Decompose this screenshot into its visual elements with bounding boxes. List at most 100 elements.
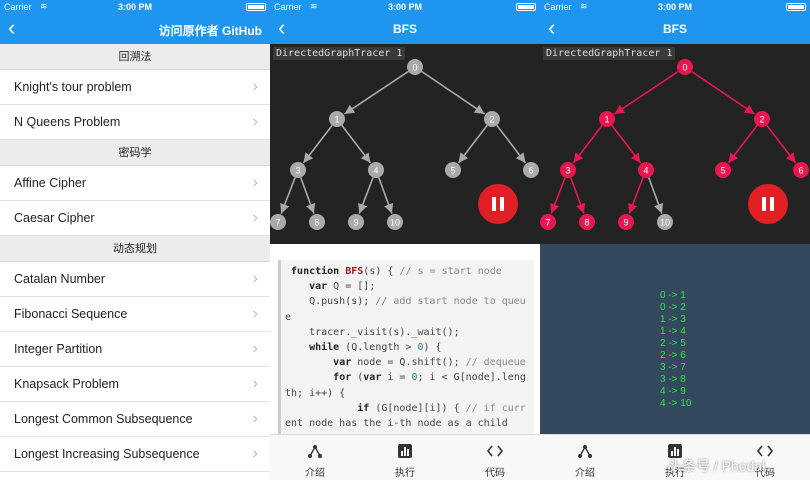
list-item-label: Affine Cipher <box>14 176 87 190</box>
graph-edge <box>647 177 664 214</box>
code-icon <box>487 445 503 457</box>
navigation-bar: ‹ BFS <box>270 14 540 44</box>
intro-icon <box>578 445 592 458</box>
graph-edge <box>344 70 409 115</box>
status-time: 3:00 PM <box>117 2 152 12</box>
graph-node-label: 7 <box>545 218 550 228</box>
list-item[interactable]: Catalan Number › <box>0 262 270 297</box>
graph-edge <box>691 70 755 115</box>
graph-edge <box>302 124 333 164</box>
list-item-label: Knapsack Problem <box>14 377 119 391</box>
graph-node-label: 4 <box>373 166 378 176</box>
graph-node-label: 4 <box>643 166 648 176</box>
list-item[interactable]: Knight's tour problem › <box>0 70 270 105</box>
tracer-label: DirectedGraphTracer 1 <box>273 47 406 60</box>
graph-node-label: 0 <box>412 63 417 73</box>
graph-edge <box>358 177 374 214</box>
chevron-right-icon: › <box>252 375 258 392</box>
status-bar: Carrier ≋ 3:00 PM <box>540 0 810 14</box>
graph-node-label: 0 <box>682 63 687 73</box>
graph-node-label: 7 <box>275 218 280 228</box>
graph-edge <box>496 124 527 164</box>
graph-edge <box>727 124 758 164</box>
list-item-label: N Queens Problem <box>14 115 121 129</box>
graph-node-label: 9 <box>353 218 358 228</box>
log-line: 0 -> 2 <box>660 302 686 313</box>
pause-button[interactable] <box>748 184 788 224</box>
graph-edge <box>457 124 488 164</box>
bfs-code-screen: Carrier ≋ 3:00 PM ‹ BFS 0 1 2 3 4 5 6 7 8 9 10 Dir… <box>270 0 540 480</box>
code-view: function BFS(s) { // s = start node var … <box>270 244 540 434</box>
list-item-label: Integer Partition <box>14 342 103 356</box>
graph-edge <box>280 177 296 214</box>
graph-edge <box>341 124 372 164</box>
graph-node-label: 10 <box>660 218 670 228</box>
log-view: 0 -> 10 -> 21 -> 31 -> 42 -> 52 -> 63 ->… <box>540 244 810 434</box>
status-time: 3:00 PM <box>657 2 692 12</box>
battery-icon <box>246 3 266 11</box>
battery-icon <box>786 3 806 11</box>
github-link[interactable]: 访问原作者 GitHub <box>159 22 262 39</box>
navigation-bar: ‹ 访问原作者 GitHub <box>0 14 270 44</box>
status-time: 3:00 PM <box>387 2 422 12</box>
graph-node-label: 10 <box>390 218 400 228</box>
chevron-right-icon: › <box>252 174 258 191</box>
graph-node-label: 6 <box>528 166 533 176</box>
chevron-right-icon: › <box>252 78 258 95</box>
log-line: 0 -> 1 <box>660 290 686 301</box>
list-item-label: Longest Increasing Subsequence <box>14 447 200 461</box>
list-item[interactable]: Longest Common Subsequence › <box>0 402 270 437</box>
tab-label: 执行 <box>395 468 415 479</box>
graph-node-label: 8 <box>584 218 589 228</box>
log-line: 4 -> 9 <box>660 386 686 397</box>
list-item[interactable]: Integer Partition › <box>0 332 270 367</box>
intro-icon <box>308 445 322 458</box>
graph-edge <box>377 177 394 214</box>
tab-code[interactable]: 代码 <box>450 435 540 480</box>
list-item-label: Fibonacci Sequence <box>14 307 128 321</box>
list-item-label: Caesar Cipher <box>14 211 95 225</box>
tab-intro[interactable]: 介绍 <box>270 435 360 480</box>
list-item[interactable]: Knapsack Problem › <box>0 367 270 402</box>
pause-button[interactable] <box>478 184 518 224</box>
watermark: 头条号 / Phodal <box>668 458 766 474</box>
graph-edge <box>421 70 485 115</box>
navigation-bar: ‹ BFS <box>540 14 810 44</box>
chevron-right-icon: › <box>252 113 258 130</box>
graph-edge <box>550 177 566 214</box>
tab-label: 介绍 <box>305 468 325 479</box>
graph-node-label: 1 <box>604 115 609 125</box>
list-item[interactable]: Affine Cipher › <box>0 166 270 201</box>
tab-bar: 介绍 执行 代码 <box>270 434 540 480</box>
graph-node-label: 3 <box>565 166 570 176</box>
section-header: 密码学 <box>0 140 270 166</box>
graph-node-label: 1 <box>334 115 339 125</box>
list-item[interactable]: Caesar Cipher › <box>0 201 270 236</box>
tab-run[interactable]: 执行 <box>360 435 450 480</box>
chevron-right-icon: › <box>252 410 258 427</box>
chevron-right-icon: › <box>252 270 258 287</box>
algorithm-list: 回溯法 Knight's tour problem › N Queens Proble… <box>0 44 270 472</box>
graph-edge <box>614 70 679 115</box>
tab-intro[interactable]: 介绍 <box>540 435 630 480</box>
log-line: 3 -> 7 <box>660 362 686 373</box>
graph-tracer: 0 1 2 3 4 5 6 7 8 9 10 DirectedGraphTracer 1 <box>270 44 540 244</box>
list-item[interactable]: Longest Increasing Subsequence › <box>0 437 270 472</box>
graph-node-label: 5 <box>450 166 455 176</box>
back-icon[interactable]: ‹ <box>8 16 15 40</box>
graph-node-label: 2 <box>489 115 494 125</box>
list-item[interactable]: Fibonacci Sequence › <box>0 297 270 332</box>
log-line: 1 -> 3 <box>660 314 686 325</box>
chevron-right-icon: › <box>252 305 258 322</box>
page-title: BFS <box>393 22 417 36</box>
graph-edge <box>766 124 797 164</box>
graph-tracer: 0 1 2 3 4 5 6 7 8 9 10 DirectedGraphTracer 1 <box>540 44 810 244</box>
run-icon <box>398 444 412 458</box>
graph-node-label: 8 <box>314 218 319 228</box>
chevron-right-icon: › <box>252 445 258 462</box>
graph-edge <box>569 177 586 214</box>
graph-edge <box>628 177 644 214</box>
list-item[interactable]: N Queens Problem › <box>0 105 270 140</box>
list-item-label: Longest Common Subsequence <box>14 412 193 426</box>
tracer-label: DirectedGraphTracer 1 <box>543 47 676 60</box>
